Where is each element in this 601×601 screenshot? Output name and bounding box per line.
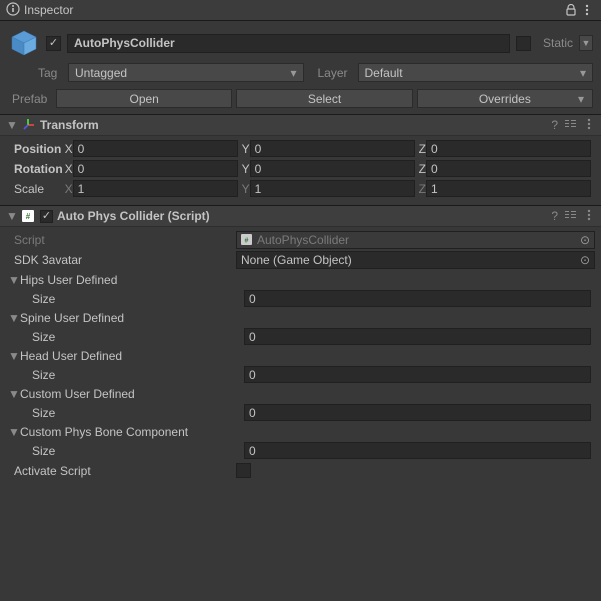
- position-x-input[interactable]: [73, 140, 238, 157]
- head-size-input[interactable]: [244, 366, 591, 383]
- rotation-x-input[interactable]: [73, 160, 238, 177]
- head-label: Head User Defined: [20, 349, 122, 363]
- component-enabled-checkbox[interactable]: [40, 210, 53, 223]
- foldout-icon[interactable]: ▼: [8, 425, 18, 439]
- object-picker-icon[interactable]: ⊙: [580, 253, 590, 267]
- object-picker-icon: ⊙: [580, 233, 590, 247]
- help-icon[interactable]: ?: [551, 209, 558, 223]
- static-label: Static: [543, 36, 573, 50]
- lock-icon[interactable]: [563, 2, 579, 18]
- help-icon[interactable]: ?: [551, 118, 558, 132]
- foldout-icon[interactable]: ▼: [6, 118, 16, 132]
- scale-x-input[interactable]: [73, 180, 238, 197]
- script-component-title: Auto Phys Collider (Script): [57, 209, 547, 223]
- inspector-tab[interactable]: Inspector: [6, 2, 73, 19]
- script-icon: #: [20, 208, 36, 224]
- hips-size-input[interactable]: [244, 290, 591, 307]
- size-label: Size: [32, 330, 244, 344]
- transform-title: Transform: [40, 118, 547, 132]
- prefab-label: Prefab: [12, 92, 52, 106]
- sdk-avatar-field[interactable]: None (Game Object) ⊙: [236, 251, 595, 269]
- position-y-input[interactable]: [250, 140, 415, 157]
- size-label: Size: [32, 368, 244, 382]
- script-field-label: Script: [6, 233, 236, 247]
- inspector-title: Inspector: [24, 3, 73, 17]
- component-menu-icon[interactable]: [583, 209, 595, 224]
- component-menu-icon[interactable]: [583, 118, 595, 133]
- custom-size-input[interactable]: [244, 404, 591, 421]
- gameobject-name-input[interactable]: [67, 34, 510, 53]
- preset-icon[interactable]: [564, 117, 577, 133]
- size-label: Size: [32, 444, 244, 458]
- prefab-select-button[interactable]: Select: [236, 89, 412, 108]
- rotation-y-input[interactable]: [250, 160, 415, 177]
- svg-text:#: #: [245, 237, 249, 244]
- prefab-open-button[interactable]: Open: [56, 89, 232, 108]
- svg-text:#: #: [26, 212, 31, 221]
- physbone-label: Custom Phys Bone Component: [20, 425, 188, 439]
- foldout-icon[interactable]: ▼: [8, 349, 18, 363]
- prefab-cube-icon: [8, 27, 40, 59]
- rotation-z-input[interactable]: [426, 160, 591, 177]
- size-label: Size: [32, 292, 244, 306]
- position-label: Position: [6, 142, 65, 156]
- scale-y-input[interactable]: [250, 180, 415, 197]
- activate-script-checkbox[interactable]: [236, 463, 251, 478]
- rotation-label: Rotation: [6, 162, 65, 176]
- size-label: Size: [32, 406, 244, 420]
- prefab-overrides-button[interactable]: Overrides: [417, 89, 593, 108]
- context-menu-icon[interactable]: [579, 2, 595, 18]
- gameobject-enabled-checkbox[interactable]: [46, 36, 61, 51]
- sdk-avatar-label: SDK 3avatar: [6, 253, 236, 267]
- static-dropdown[interactable]: ▼: [579, 35, 593, 51]
- activate-script-label: Activate Script: [6, 464, 236, 478]
- static-checkbox[interactable]: [516, 36, 531, 51]
- foldout-icon[interactable]: ▼: [8, 311, 18, 325]
- scale-z-input[interactable]: [426, 180, 591, 197]
- hips-label: Hips User Defined: [20, 273, 117, 287]
- foldout-icon[interactable]: ▼: [8, 273, 18, 287]
- physbone-size-input[interactable]: [244, 442, 591, 459]
- layer-dropdown[interactable]: Default: [358, 63, 594, 82]
- position-z-input[interactable]: [426, 140, 591, 157]
- cs-file-icon: #: [241, 234, 253, 246]
- preset-icon[interactable]: [564, 208, 577, 224]
- tag-dropdown[interactable]: Untagged: [68, 63, 304, 82]
- scale-label: Scale: [6, 182, 65, 196]
- script-field: # AutoPhysCollider ⊙: [236, 231, 595, 249]
- foldout-icon[interactable]: ▼: [8, 387, 18, 401]
- foldout-icon[interactable]: ▼: [6, 209, 16, 223]
- spine-size-input[interactable]: [244, 328, 591, 345]
- spine-label: Spine User Defined: [20, 311, 124, 325]
- info-icon: [6, 2, 20, 19]
- custom-label: Custom User Defined: [20, 387, 135, 401]
- tag-label: Tag: [38, 66, 64, 80]
- transform-icon: [20, 117, 36, 133]
- layer-label: Layer: [318, 66, 354, 80]
